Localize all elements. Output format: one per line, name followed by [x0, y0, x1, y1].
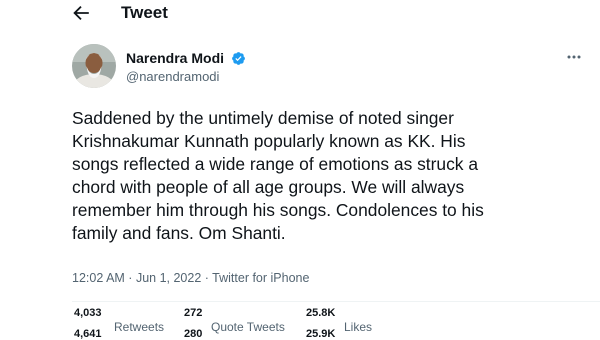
likes-label[interactable]: Likes	[344, 320, 372, 334]
tweet-line: chord with people of all age groups. We …	[72, 177, 465, 197]
author-name[interactable]: Narendra Modi	[126, 50, 246, 66]
quote-count-old: 272	[184, 307, 203, 319]
verified-badge-icon	[232, 52, 245, 65]
tweet-time[interactable]: 12:02 AM	[72, 271, 125, 285]
tweet-line: family and fans. Om Shanti.	[72, 223, 286, 243]
more-icon	[567, 55, 581, 59]
more-options-button[interactable]	[565, 50, 583, 64]
like-count-old: 25.8K	[306, 307, 336, 319]
meta-separator: ·	[201, 271, 213, 285]
tweet-date[interactable]: Jun 1, 2022	[136, 271, 201, 285]
tweet-line: songs reflected a wide range of emotions…	[72, 154, 478, 174]
author-handle[interactable]: @narendramodi	[126, 69, 219, 84]
tweet-header: Tweet	[0, 0, 600, 26]
tweet-line: Saddened by the untimely demise of noted…	[72, 108, 454, 128]
retweets-label[interactable]: Retweets	[114, 320, 164, 334]
tweet-source[interactable]: Twitter for iPhone	[212, 271, 309, 285]
tweet-stats: 4,033 4,641 Retweets 272 280 Quote Tweet…	[0, 307, 600, 340]
back-arrow-icon	[73, 5, 89, 21]
retweet-count-old: 4,033	[74, 307, 102, 319]
tweet-text: Saddened by the untimely demise of noted…	[72, 107, 592, 245]
quote-tweets-label[interactable]: Quote Tweets	[211, 320, 285, 334]
divider	[72, 301, 600, 302]
page-title: Tweet	[121, 3, 168, 22]
quote-count: 280	[184, 328, 203, 340]
like-count: 25.9K	[306, 328, 336, 340]
retweet-count: 4,641	[74, 328, 102, 340]
tweet-metadata: 12:02 AM · Jun 1, 2022 · Twitter for iPh…	[72, 271, 309, 285]
tweet-line: Krishnakumar Kunnath popularly known as …	[72, 131, 466, 151]
meta-separator: ·	[124, 271, 136, 285]
avatar[interactable]	[72, 44, 116, 88]
tweet-line: remember him through his songs. Condolen…	[72, 200, 484, 220]
author-name-text: Narendra Modi	[126, 50, 225, 66]
back-button[interactable]	[70, 2, 92, 24]
